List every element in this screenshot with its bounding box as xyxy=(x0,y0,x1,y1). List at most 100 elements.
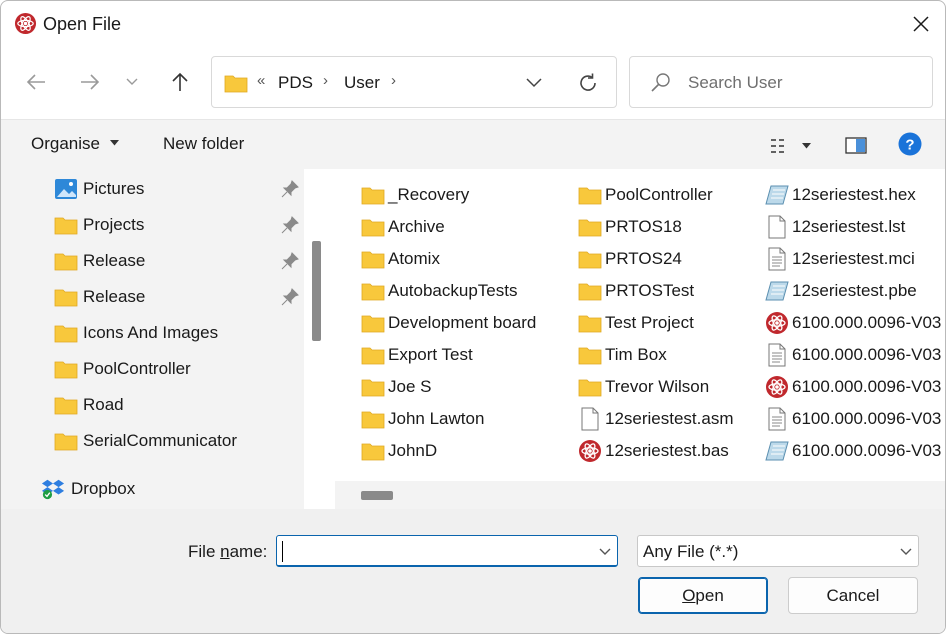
title-bar: Open File xyxy=(1,1,945,47)
navigation-pane: Pictures Projects Release Release Icons … xyxy=(1,169,304,509)
file-name: _Recovery xyxy=(388,185,470,204)
file-item[interactable]: 12seriestest.bas xyxy=(578,435,778,467)
open-file-dialog: Open File « PDS › User › Search User Org… xyxy=(0,0,946,634)
file-item[interactable]: 6100.000.0096-V03 xyxy=(765,339,945,371)
file-item[interactable]: 12seriestest.mci xyxy=(765,243,945,275)
sidebar-item-serialcommunicator[interactable]: SerialCommunicator xyxy=(1,423,304,459)
folder-item[interactable]: Export Test xyxy=(361,339,561,371)
search-box[interactable] xyxy=(629,56,933,108)
file-type-select[interactable]: Any File (*.*) xyxy=(637,535,919,567)
file-item[interactable]: 12seriestest.lst xyxy=(765,211,945,243)
folder-item[interactable]: PRTOSTest xyxy=(578,275,778,307)
file-name: PoolController xyxy=(605,185,713,204)
preview-pane-button[interactable] xyxy=(843,132,869,158)
sidebar-item-icons-and-images[interactable]: Icons And Images xyxy=(1,315,304,351)
close-button[interactable] xyxy=(897,1,945,47)
folder-item[interactable]: Test Project xyxy=(578,307,778,339)
sidebar-item-road[interactable]: Road xyxy=(1,387,304,423)
address-bar[interactable]: « PDS › User › xyxy=(211,56,617,108)
folder-item[interactable]: Development board xyxy=(361,307,561,339)
horizontal-scrollbar-thumb[interactable] xyxy=(361,491,393,500)
folder-item[interactable]: PRTOS18 xyxy=(578,211,778,243)
sidebar-item-label: Release xyxy=(83,251,146,270)
file-name: John Lawton xyxy=(388,409,485,428)
new-folder-button[interactable]: New folder xyxy=(163,134,244,154)
breadcrumb-user[interactable]: User xyxy=(344,73,380,93)
folder-icon xyxy=(54,249,78,273)
horizontal-scrollbar[interactable] xyxy=(335,481,945,509)
folder-icon xyxy=(361,342,385,368)
file-item[interactable]: 6100.000.0096-V03 xyxy=(765,371,945,403)
folder-icon xyxy=(54,321,78,345)
folder-icon xyxy=(361,214,385,240)
pin-icon[interactable] xyxy=(281,288,299,306)
folder-item[interactable]: Trevor Wilson xyxy=(578,371,778,403)
sidebar-item-label: Release xyxy=(83,287,146,306)
sidebar-item-release-2[interactable]: Release xyxy=(1,279,304,315)
up-button[interactable] xyxy=(163,65,197,99)
folder-icon xyxy=(54,429,78,453)
open-button[interactable]: Open xyxy=(638,577,768,614)
file-name: 12seriestest.lst xyxy=(792,217,906,236)
folder-item[interactable]: Tim Box xyxy=(578,339,778,371)
file-name: PRTOS18 xyxy=(605,217,682,236)
folder-item[interactable]: Archive xyxy=(361,211,561,243)
pin-icon[interactable] xyxy=(281,216,299,234)
file-item[interactable]: 12seriestest.hex xyxy=(765,179,945,211)
back-button[interactable] xyxy=(19,65,53,99)
file-name: AutobackupTests xyxy=(388,281,518,300)
folder-item[interactable]: AutobackupTests xyxy=(361,275,561,307)
pin-icon[interactable] xyxy=(281,180,299,198)
folder-item[interactable]: JohnD xyxy=(361,435,561,467)
folder-item[interactable]: PRTOS24 xyxy=(578,243,778,275)
file-item[interactable]: 6100.000.0096-V03 xyxy=(765,307,945,339)
up-arrow-icon xyxy=(172,72,188,91)
file-item[interactable]: 6100.000.0096-V03 xyxy=(765,403,945,435)
folder-item[interactable]: PoolController xyxy=(578,179,778,211)
file-name: Archive xyxy=(388,217,445,236)
folder-item[interactable]: Atomix xyxy=(361,243,561,275)
recent-locations-button[interactable] xyxy=(117,65,147,99)
breadcrumb-pds[interactable]: PDS xyxy=(278,73,313,93)
file-name: 12seriestest.pbe xyxy=(792,281,917,300)
folder-item[interactable]: Joe S xyxy=(361,371,561,403)
refresh-button[interactable] xyxy=(574,69,602,97)
sidebar-item-projects[interactable]: Projects xyxy=(1,207,304,243)
atom-file-icon xyxy=(765,374,789,400)
breadcrumb-separator-icon: › xyxy=(323,72,328,89)
navigation-scrollbar-thumb[interactable] xyxy=(312,241,321,341)
file-item[interactable]: 6100.000.0096-V03 xyxy=(765,435,945,467)
window-title: Open File xyxy=(43,14,122,34)
file-name: PRTOSTest xyxy=(605,281,695,300)
file-item[interactable]: 12seriestest.pbe xyxy=(765,275,945,307)
folder-icon xyxy=(361,438,385,464)
cancel-button[interactable]: Cancel xyxy=(788,577,918,614)
pin-icon[interactable] xyxy=(281,252,299,270)
folder-item[interactable]: _Recovery xyxy=(361,179,561,211)
sidebar-item-poolcontroller[interactable]: PoolController xyxy=(1,351,304,387)
address-history-dropdown[interactable] xyxy=(520,71,548,95)
folder-icon xyxy=(578,182,602,208)
chevron-down-icon xyxy=(526,78,542,88)
overflow-crumb[interactable]: « xyxy=(257,72,265,89)
folder-icon xyxy=(361,374,385,400)
folder-item[interactable]: John Lawton xyxy=(361,403,561,435)
file-name-input[interactable] xyxy=(281,539,581,563)
organise-menu-button[interactable]: Organise xyxy=(31,134,119,154)
help-button[interactable]: ? xyxy=(897,131,923,157)
file-name: 12seriestest.bas xyxy=(605,441,729,460)
search-input[interactable] xyxy=(688,71,918,95)
text-file-icon xyxy=(765,342,789,368)
sidebar-item-release[interactable]: Release xyxy=(1,243,304,279)
file-name-combobox[interactable] xyxy=(276,535,618,567)
sidebar-item-pictures[interactable]: Pictures xyxy=(1,171,304,207)
file-name-dropdown-button[interactable] xyxy=(595,542,615,562)
file-name: 6100.000.0096-V03 xyxy=(792,377,942,396)
file-type-dropdown-button[interactable] xyxy=(896,542,916,562)
atom-file-icon xyxy=(765,310,789,336)
view-options-button[interactable] xyxy=(767,134,813,158)
folder-icon xyxy=(54,285,78,309)
sidebar-item-dropbox[interactable]: Dropbox xyxy=(1,471,304,507)
forward-button[interactable] xyxy=(73,65,107,99)
file-item[interactable]: 12seriestest.asm xyxy=(578,403,778,435)
